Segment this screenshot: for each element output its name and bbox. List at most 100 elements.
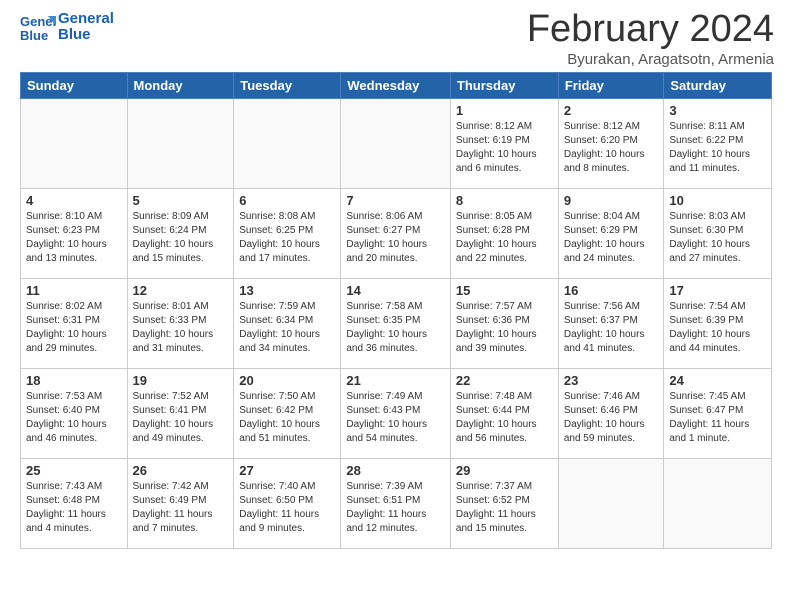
day-info: Sunrise: 7:40 AM Sunset: 6:50 PM Dayligh… bbox=[239, 480, 335, 536]
day-number: 23 bbox=[564, 373, 659, 388]
weekday-header-row: SundayMondayTuesdayWednesdayThursdayFrid… bbox=[21, 73, 772, 99]
day-number: 16 bbox=[564, 283, 659, 298]
calendar-cell: 10 Sunrise: 8:03 AM Sunset: 6:30 PM Dayli… bbox=[664, 189, 772, 279]
logo: General Blue General Blue bbox=[18, 8, 114, 46]
calendar-cell bbox=[558, 459, 664, 549]
week-row-2: 11 Sunrise: 8:02 AM Sunset: 6:31 PM Dayli… bbox=[21, 279, 772, 369]
header: General Blue General Blue February 2024 … bbox=[0, 0, 792, 72]
day-number: 22 bbox=[456, 373, 553, 388]
calendar-cell: 8 Sunrise: 8:05 AM Sunset: 6:28 PM Daylig… bbox=[450, 189, 558, 279]
calendar-cell: 9 Sunrise: 8:04 AM Sunset: 6:29 PM Daylig… bbox=[558, 189, 664, 279]
day-info: Sunrise: 7:50 AM Sunset: 6:42 PM Dayligh… bbox=[239, 390, 335, 446]
calendar-cell: 17 Sunrise: 7:54 AM Sunset: 6:39 PM Dayli… bbox=[664, 279, 772, 369]
day-info: Sunrise: 7:59 AM Sunset: 6:34 PM Dayligh… bbox=[239, 300, 335, 356]
day-number: 6 bbox=[239, 193, 335, 208]
weekday-header-wednesday: Wednesday bbox=[341, 73, 451, 99]
main-title: February 2024 bbox=[527, 8, 774, 51]
calendar-cell: 6 Sunrise: 8:08 AM Sunset: 6:25 PM Daylig… bbox=[234, 189, 341, 279]
week-row-1: 4Sunrise: 8:10 AM Sunset: 6:23 PM Daylig… bbox=[21, 189, 772, 279]
day-number: 10 bbox=[669, 193, 766, 208]
calendar-cell: 3 Sunrise: 8:11 AM Sunset: 6:22 PM Daylig… bbox=[664, 99, 772, 189]
day-info: Sunrise: 8:08 AM Sunset: 6:25 PM Dayligh… bbox=[239, 210, 335, 266]
day-info: Sunrise: 8:03 AM Sunset: 6:30 PM Dayligh… bbox=[669, 210, 766, 266]
week-row-3: 18 Sunrise: 7:53 AM Sunset: 6:40 PM Dayli… bbox=[21, 369, 772, 459]
day-info: Sunrise: 8:09 AM Sunset: 6:24 PM Dayligh… bbox=[133, 210, 229, 266]
weekday-header-saturday: Saturday bbox=[664, 73, 772, 99]
calendar-cell: 5Sunrise: 8:09 AM Sunset: 6:24 PM Daylig… bbox=[127, 189, 234, 279]
calendar-cell: 27 Sunrise: 7:40 AM Sunset: 6:50 PM Dayli… bbox=[234, 459, 341, 549]
calendar-cell: 2 Sunrise: 8:12 AM Sunset: 6:20 PM Daylig… bbox=[558, 99, 664, 189]
day-info: Sunrise: 7:57 AM Sunset: 6:36 PM Dayligh… bbox=[456, 300, 553, 356]
calendar-cell: 29 Sunrise: 7:37 AM Sunset: 6:52 PM Dayli… bbox=[450, 459, 558, 549]
day-info: Sunrise: 7:46 AM Sunset: 6:46 PM Dayligh… bbox=[564, 390, 659, 446]
day-info: Sunrise: 8:12 AM Sunset: 6:20 PM Dayligh… bbox=[564, 120, 659, 176]
day-info: Sunrise: 8:04 AM Sunset: 6:29 PM Dayligh… bbox=[564, 210, 659, 266]
day-number: 3 bbox=[669, 103, 766, 118]
day-number: 19 bbox=[133, 373, 229, 388]
calendar-cell: 19 Sunrise: 7:52 AM Sunset: 6:41 PM Dayli… bbox=[127, 369, 234, 459]
day-info: Sunrise: 7:39 AM Sunset: 6:51 PM Dayligh… bbox=[346, 480, 445, 536]
calendar-cell: 24Sunrise: 7:45 AM Sunset: 6:47 PM Dayli… bbox=[664, 369, 772, 459]
day-info: Sunrise: 7:37 AM Sunset: 6:52 PM Dayligh… bbox=[456, 480, 553, 536]
calendar-cell: 20 Sunrise: 7:50 AM Sunset: 6:42 PM Dayli… bbox=[234, 369, 341, 459]
calendar-cell: 21 Sunrise: 7:49 AM Sunset: 6:43 PM Dayli… bbox=[341, 369, 451, 459]
calendar-cell: 11 Sunrise: 8:02 AM Sunset: 6:31 PM Dayli… bbox=[21, 279, 128, 369]
day-info: Sunrise: 7:42 AM Sunset: 6:49 PM Dayligh… bbox=[133, 480, 229, 536]
day-number: 11 bbox=[26, 283, 122, 298]
day-info: Sunrise: 7:49 AM Sunset: 6:43 PM Dayligh… bbox=[346, 390, 445, 446]
day-number: 12 bbox=[133, 283, 229, 298]
day-info: Sunrise: 8:10 AM Sunset: 6:23 PM Dayligh… bbox=[26, 210, 122, 266]
day-info: Sunrise: 8:01 AM Sunset: 6:33 PM Dayligh… bbox=[133, 300, 229, 356]
day-info: Sunrise: 8:05 AM Sunset: 6:28 PM Dayligh… bbox=[456, 210, 553, 266]
calendar-table: SundayMondayTuesdayWednesdayThursdayFrid… bbox=[20, 72, 772, 549]
calendar-cell bbox=[341, 99, 451, 189]
day-number: 27 bbox=[239, 463, 335, 478]
weekday-header-sunday: Sunday bbox=[21, 73, 128, 99]
week-row-4: 25Sunrise: 7:43 AM Sunset: 6:48 PM Dayli… bbox=[21, 459, 772, 549]
day-number: 17 bbox=[669, 283, 766, 298]
day-info: Sunrise: 8:11 AM Sunset: 6:22 PM Dayligh… bbox=[669, 120, 766, 176]
day-info: Sunrise: 7:48 AM Sunset: 6:44 PM Dayligh… bbox=[456, 390, 553, 446]
day-info: Sunrise: 7:45 AM Sunset: 6:47 PM Dayligh… bbox=[669, 390, 766, 446]
day-info: Sunrise: 7:58 AM Sunset: 6:35 PM Dayligh… bbox=[346, 300, 445, 356]
svg-text:Blue: Blue bbox=[20, 28, 48, 43]
calendar-cell bbox=[234, 99, 341, 189]
calendar-cell: 15 Sunrise: 7:57 AM Sunset: 6:36 PM Dayli… bbox=[450, 279, 558, 369]
day-info: Sunrise: 8:12 AM Sunset: 6:19 PM Dayligh… bbox=[456, 120, 553, 176]
calendar-cell: 22 Sunrise: 7:48 AM Sunset: 6:44 PM Dayli… bbox=[450, 369, 558, 459]
day-number: 9 bbox=[564, 193, 659, 208]
weekday-header-monday: Monday bbox=[127, 73, 234, 99]
day-number: 20 bbox=[239, 373, 335, 388]
day-number: 18 bbox=[26, 373, 122, 388]
day-number: 14 bbox=[346, 283, 445, 298]
calendar-cell: 28Sunrise: 7:39 AM Sunset: 6:51 PM Dayli… bbox=[341, 459, 451, 549]
calendar-cell: 26 Sunrise: 7:42 AM Sunset: 6:49 PM Dayli… bbox=[127, 459, 234, 549]
calendar-wrapper: SundayMondayTuesdayWednesdayThursdayFrid… bbox=[0, 72, 792, 549]
day-number: 26 bbox=[133, 463, 229, 478]
calendar-cell bbox=[127, 99, 234, 189]
day-number: 25 bbox=[26, 463, 122, 478]
day-number: 7 bbox=[346, 193, 445, 208]
logo-icon: General Blue bbox=[18, 8, 56, 46]
day-number: 8 bbox=[456, 193, 553, 208]
day-info: Sunrise: 7:56 AM Sunset: 6:37 PM Dayligh… bbox=[564, 300, 659, 356]
weekday-header-friday: Friday bbox=[558, 73, 664, 99]
calendar-cell: 18 Sunrise: 7:53 AM Sunset: 6:40 PM Dayli… bbox=[21, 369, 128, 459]
day-info: Sunrise: 8:06 AM Sunset: 6:27 PM Dayligh… bbox=[346, 210, 445, 266]
day-info: Sunrise: 7:54 AM Sunset: 6:39 PM Dayligh… bbox=[669, 300, 766, 356]
calendar-cell: 25Sunrise: 7:43 AM Sunset: 6:48 PM Dayli… bbox=[21, 459, 128, 549]
week-row-0: 1Sunrise: 8:12 AM Sunset: 6:19 PM Daylig… bbox=[21, 99, 772, 189]
day-info: Sunrise: 7:52 AM Sunset: 6:41 PM Dayligh… bbox=[133, 390, 229, 446]
calendar-cell: 1Sunrise: 8:12 AM Sunset: 6:19 PM Daylig… bbox=[450, 99, 558, 189]
calendar-cell: 14 Sunrise: 7:58 AM Sunset: 6:35 PM Dayli… bbox=[341, 279, 451, 369]
day-number: 21 bbox=[346, 373, 445, 388]
day-number: 13 bbox=[239, 283, 335, 298]
calendar-cell bbox=[21, 99, 128, 189]
day-number: 29 bbox=[456, 463, 553, 478]
day-number: 2 bbox=[564, 103, 659, 118]
day-info: Sunrise: 7:53 AM Sunset: 6:40 PM Dayligh… bbox=[26, 390, 122, 446]
day-info: Sunrise: 8:02 AM Sunset: 6:31 PM Dayligh… bbox=[26, 300, 122, 356]
calendar-cell bbox=[664, 459, 772, 549]
weekday-header-tuesday: Tuesday bbox=[234, 73, 341, 99]
day-number: 15 bbox=[456, 283, 553, 298]
